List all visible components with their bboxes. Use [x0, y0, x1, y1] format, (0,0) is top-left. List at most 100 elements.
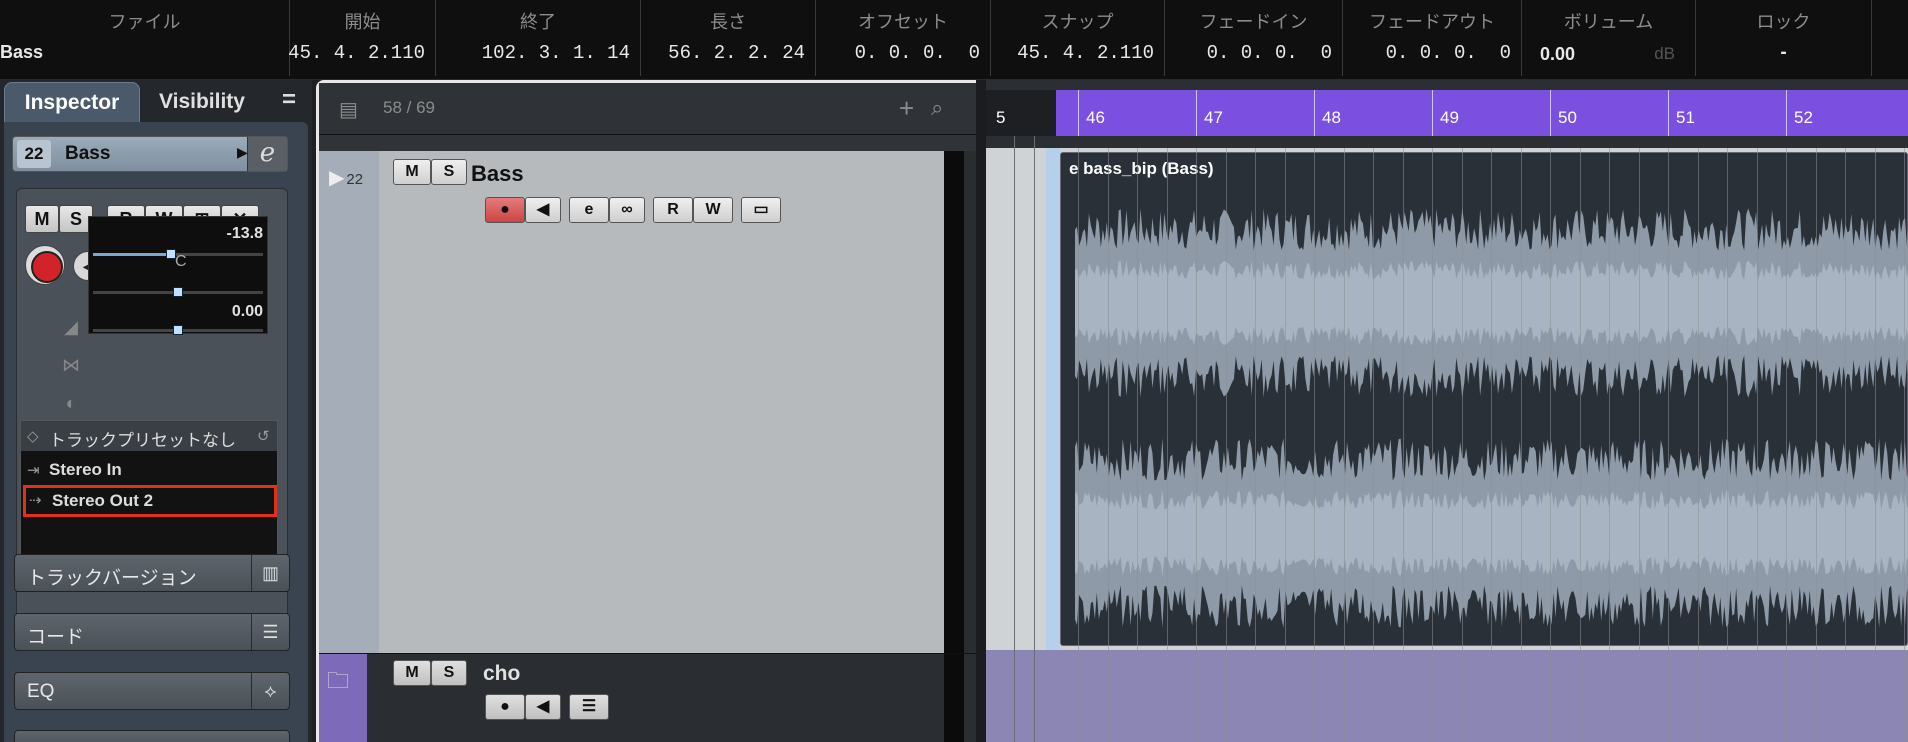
folder-menu-icon[interactable]: ☰ [569, 694, 609, 720]
track-edit-icon[interactable]: e [569, 197, 609, 223]
track-preset-row[interactable]: ◇ トラックプリセットなし ↺ [21, 421, 277, 451]
volume-pan-fader-box[interactable]: -13.8 C 0.00 [88, 216, 268, 335]
folder-mute-button[interactable]: M [393, 660, 431, 686]
ruler-bar-tick [1078, 90, 1079, 136]
folder-icon[interactable]: 🗀︎ [327, 664, 349, 702]
section-eq[interactable]: EQ ⟡ [14, 672, 290, 710]
record-enable-button[interactable] [25, 245, 65, 285]
delay-fader-handle[interactable] [173, 325, 183, 335]
info-header-offset: オフセット [858, 12, 948, 32]
info-col-file[interactable]: ファイル Bass [0, 0, 290, 76]
section-next[interactable] [14, 730, 290, 742]
info-col-end[interactable]: 終了 102. 3. 1. 14 [436, 0, 641, 76]
info-value-file: Bass [0, 42, 44, 62]
grid-line [1727, 148, 1728, 742]
track-mute-button[interactable]: M [393, 159, 431, 185]
info-header-length: 長さ [710, 12, 746, 32]
pan-center-label: C [175, 253, 187, 270]
input-routing-row[interactable]: ⇥ Stereo In [21, 455, 277, 485]
add-track-icon[interactable]: + [899, 93, 914, 124]
output-icon: ⇢ [29, 492, 42, 509]
ruler-bar-label: 48 [1322, 108, 1341, 127]
folder-solo-button[interactable]: S [431, 660, 467, 686]
cursor-line [1034, 136, 1035, 742]
grid-line [1137, 148, 1138, 742]
grid-line [1314, 148, 1315, 742]
grid-line [1609, 148, 1610, 742]
info-col-start[interactable]: 開始 45. 4. 2.110 [288, 0, 436, 76]
folder-record-button[interactable]: ● [485, 694, 525, 720]
grid-line [1107, 148, 1109, 742]
mute-button[interactable]: M [25, 205, 59, 233]
info-col-offset[interactable]: オフセット 0. 0. 0. 0 [816, 0, 991, 76]
info-value-fade-in: 0. 0. 0. 0 [1206, 42, 1332, 64]
reset-icon[interactable]: ↺ [257, 427, 275, 445]
output-routing-row[interactable]: ⇢ Stereo Out 2 [23, 485, 277, 517]
ruler[interactable]: 5 46 47 48 49 50 51 52 [986, 90, 1908, 136]
pan-fader[interactable] [93, 287, 263, 297]
tab-visibility[interactable]: Visibility [146, 82, 258, 122]
track-list-icon[interactable]: ▤ [339, 97, 361, 121]
grid-line [1815, 148, 1817, 742]
info-value-volume: 0.00 [1540, 44, 1576, 64]
info-col-lock[interactable]: ロック - [1696, 0, 1872, 76]
ruler-cycle-region[interactable]: 46 47 48 49 50 51 52 [1056, 90, 1908, 136]
track-timebase-icon[interactable]: ▭ [741, 197, 781, 223]
edit-channel-icon[interactable]: e [247, 137, 287, 171]
section-track-versions[interactable]: トラックバージョン ▥ [14, 554, 290, 592]
grid-line [1166, 148, 1168, 742]
tab-inspector[interactable]: Inspector [4, 82, 140, 122]
volume-fader-fill [93, 253, 172, 256]
info-col-snap[interactable]: スナップ 45. 4. 2.110 [991, 0, 1165, 76]
grid-line [1756, 148, 1758, 742]
delay-fader[interactable] [93, 325, 263, 335]
grid-line [1550, 148, 1551, 742]
project-window: 5 46 47 48 49 50 51 52 e bass_bip (Bass) [976, 80, 1908, 742]
info-col-length[interactable]: 長さ 56. 2. 2. 24 [641, 0, 816, 76]
ruler-bar-tick [1432, 90, 1433, 136]
waveform [1075, 208, 1908, 628]
track-list-gap [319, 135, 976, 151]
inspector-menu-icon[interactable]: = [276, 88, 302, 114]
track-link-icon[interactable]: ∞ [609, 197, 645, 223]
ruler-bar-tick [1786, 90, 1787, 136]
track-name[interactable]: Bass [471, 161, 524, 187]
ruler-bar-tick [1550, 90, 1551, 136]
preset-icon: ◇ [27, 428, 39, 445]
folder-track-name[interactable]: cho [483, 662, 520, 686]
info-col-fade-in[interactable]: フェードイン 0. 0. 0. 0 [1165, 0, 1343, 76]
splitter[interactable] [976, 80, 986, 742]
audio-event[interactable]: e bass_bip (Bass) [1060, 152, 1908, 646]
info-value-fade-out: 0. 0. 0. 0 [1385, 42, 1511, 64]
selection-range [1046, 148, 1060, 650]
volume-value[interactable]: -13.8 [227, 225, 263, 243]
info-col-volume[interactable]: ボリューム 0.00 dB [1522, 0, 1696, 76]
section-chord[interactable]: コード ☰ [14, 613, 290, 651]
track-solo-button[interactable]: S [431, 159, 467, 185]
info-value-lock: - [1780, 42, 1787, 63]
track-read-button[interactable]: R [653, 197, 693, 223]
grid-line [1225, 148, 1227, 742]
inspector-track-number: 22 [17, 140, 51, 168]
track-write-button[interactable]: W [693, 197, 733, 223]
routing-box: ◇ トラックプリセットなし ↺ ⇥ Stereo In ⇢ Stereo Out… [20, 420, 278, 556]
ruler-bar-label: 49 [1440, 108, 1459, 127]
info-col-fade-out[interactable]: フェードアウト 0. 0. 0. 0 [1343, 0, 1522, 76]
folder-monitor-icon[interactable]: ◀ [525, 694, 561, 720]
track-row-bass[interactable]: 22 M S Bass ● ◀ e ∞ R W ▭ [319, 151, 976, 653]
info-header-end: 終了 [520, 12, 556, 32]
track-monitor-icon[interactable]: ◀ [525, 197, 561, 223]
track-row-cho[interactable]: 🗀︎ M S cho ● ◀ ☰ [319, 653, 976, 742]
grid-line [1874, 148, 1876, 742]
audio-event-title: e bass_bip (Bass) [1069, 159, 1214, 178]
ruler-bar-label: 52 [1794, 108, 1813, 127]
pan-fader-handle[interactable] [173, 287, 183, 297]
inspector-track-name-bar[interactable]: 22 Bass ▶ e [12, 136, 288, 172]
track-lane-cho[interactable] [986, 650, 1908, 742]
info-value-length: 56. 2. 2. 24 [668, 42, 805, 64]
track-number: 22 [329, 165, 363, 190]
search-icon[interactable]: ⌕ [931, 95, 943, 121]
track-list-scrollbar[interactable] [964, 151, 976, 653]
track-record-button[interactable]: ● [485, 197, 525, 223]
pan-value[interactable]: 0.00 [232, 303, 263, 321]
